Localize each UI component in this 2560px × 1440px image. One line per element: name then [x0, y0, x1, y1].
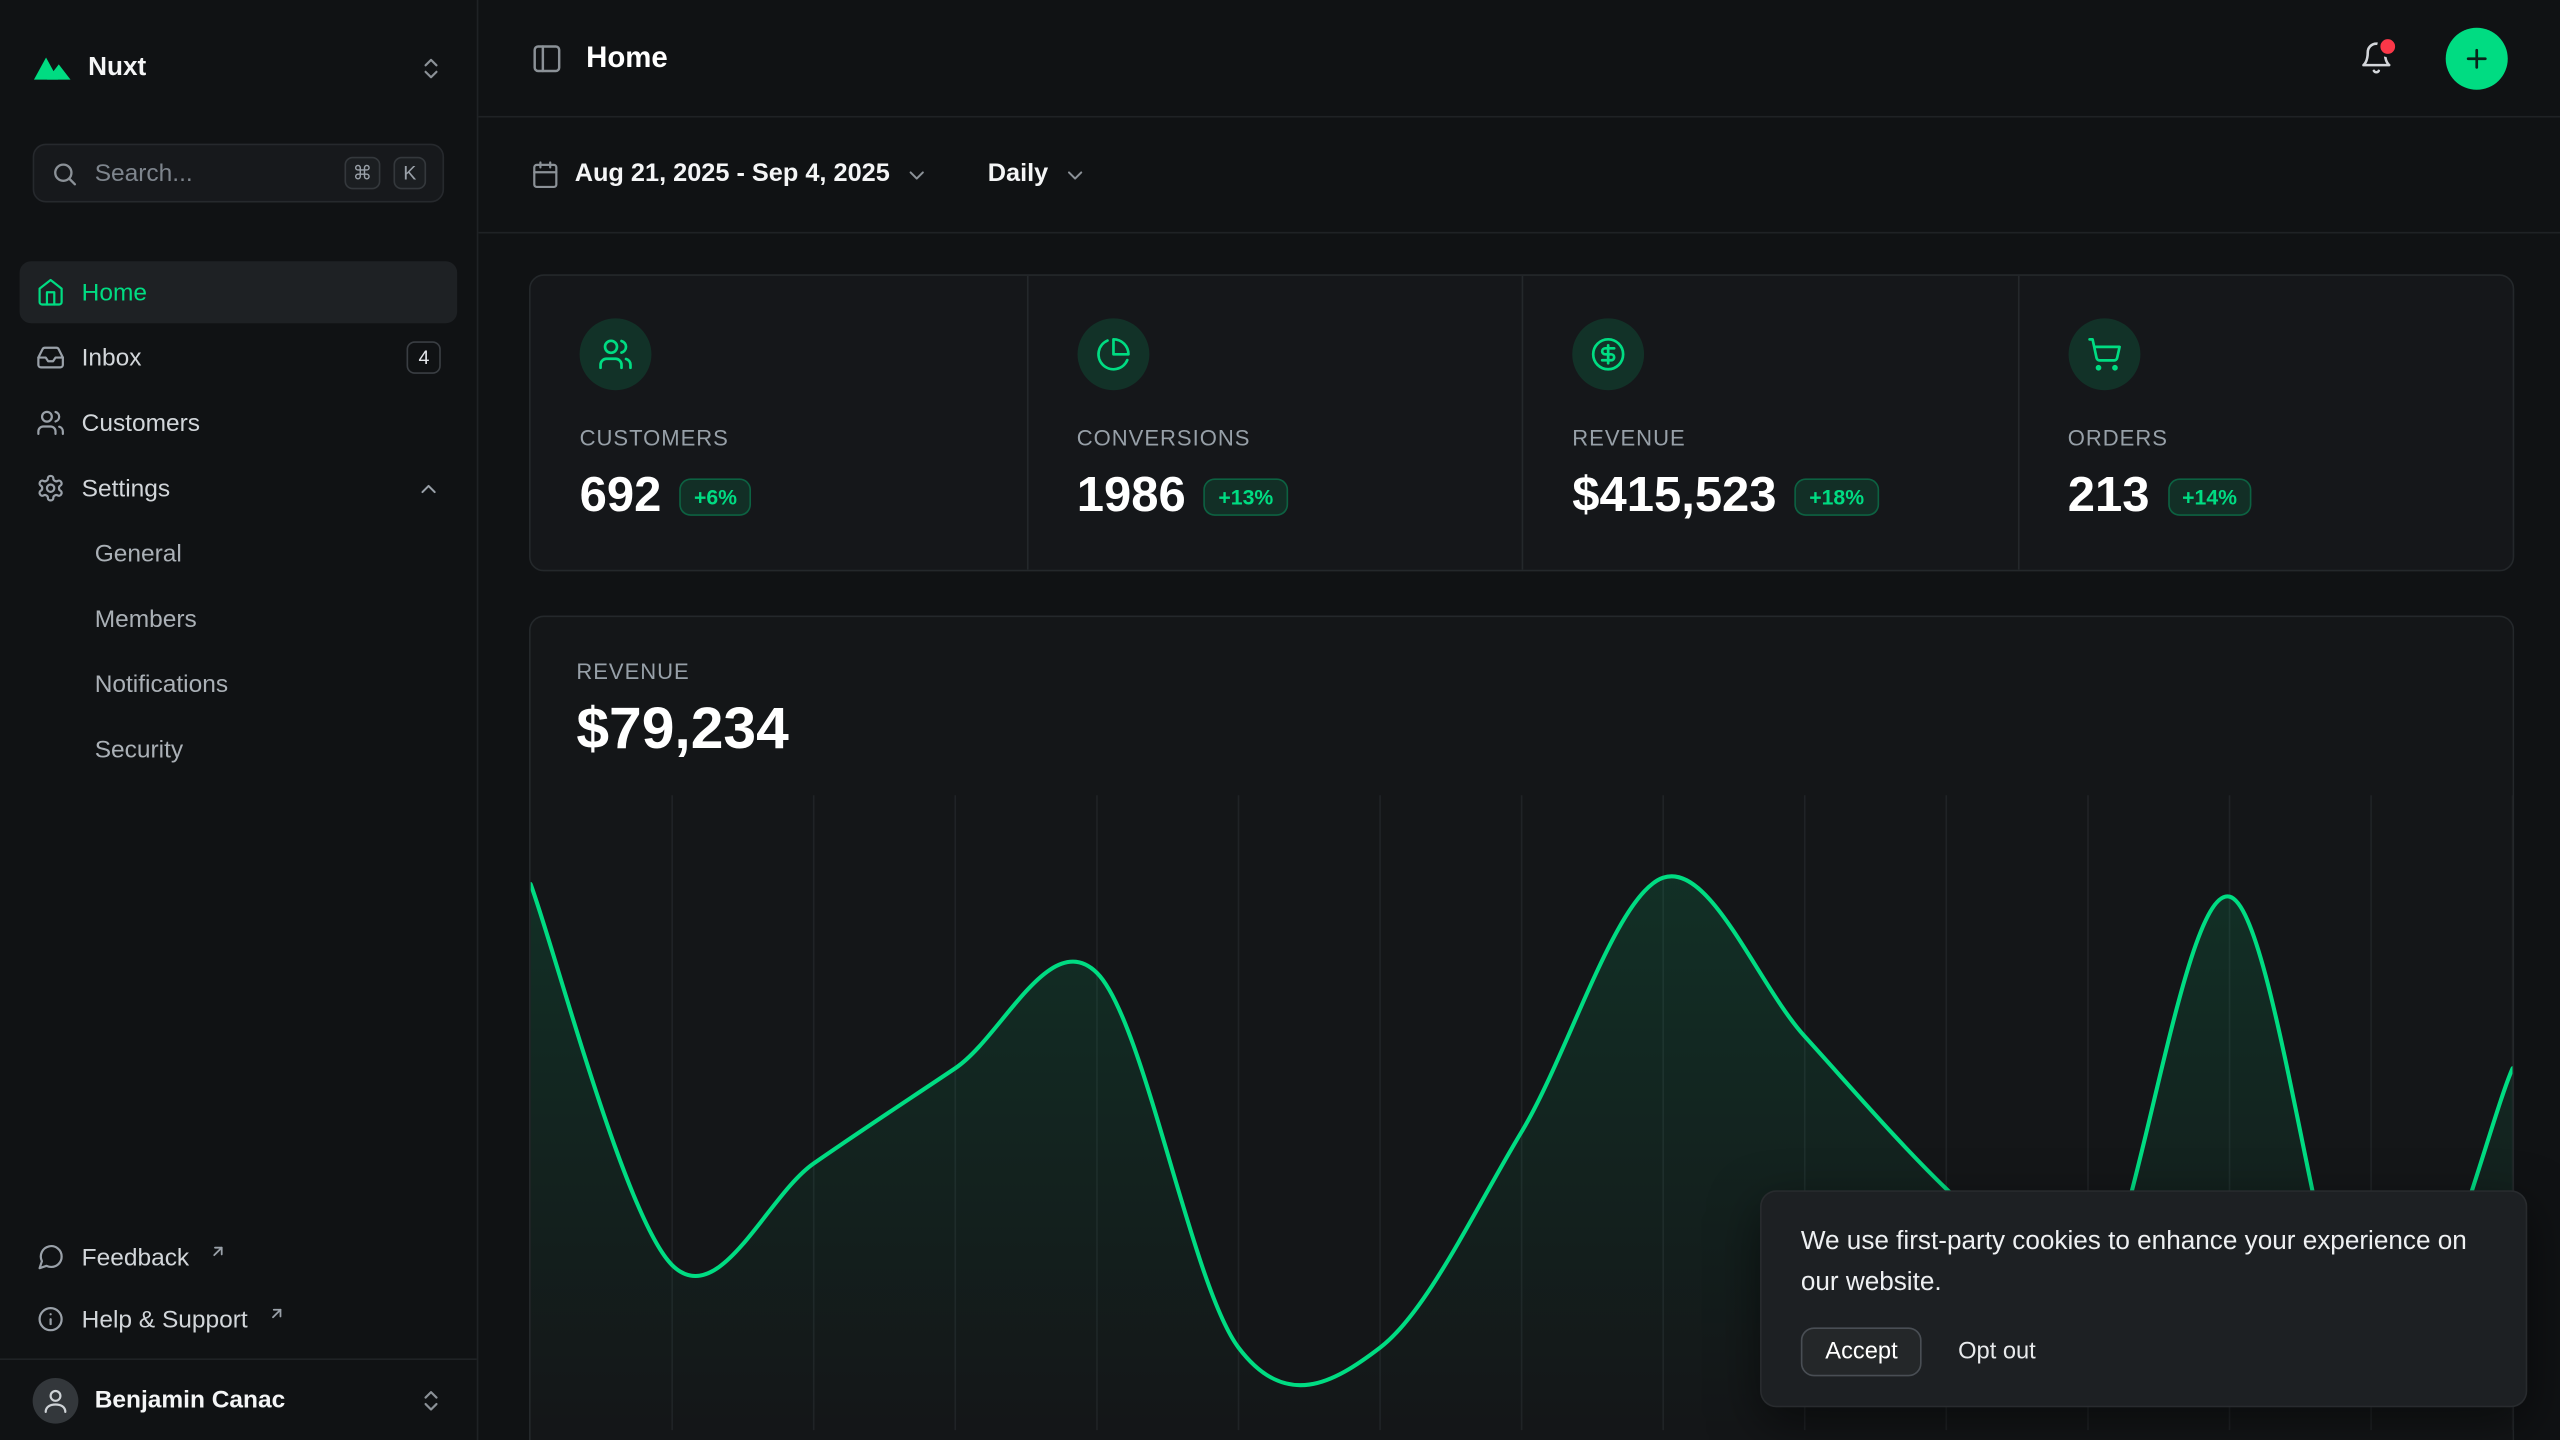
stat-value: 213: [2068, 469, 2150, 525]
stat-card-customers: CUSTOMERS 692 +6%: [531, 276, 1027, 570]
users-icon: [36, 408, 65, 437]
sidebar-item-label: Customers: [82, 409, 441, 437]
stat-delta-badge: +18%: [1795, 478, 1879, 516]
content: CUSTOMERS 692 +6% CONVERSIONS 1986 +13%: [478, 233, 2560, 1440]
cookie-opt-out-button[interactable]: Opt out: [1945, 1329, 2049, 1375]
stat-label: CONVERSIONS: [1077, 426, 1473, 450]
sidebar-item-customers[interactable]: Customers: [20, 392, 458, 454]
sidebar-item-home[interactable]: Home: [20, 261, 458, 323]
sidebar-item-settings[interactable]: Settings: [20, 457, 458, 519]
stats-row: CUSTOMERS 692 +6% CONVERSIONS 1986 +13%: [529, 274, 2514, 571]
dollar-circle-icon: [1572, 318, 1644, 390]
info-icon: [36, 1304, 65, 1333]
stat-label: CUSTOMERS: [580, 426, 978, 450]
sidebar-item-members[interactable]: Members: [20, 588, 458, 650]
revenue-card-value: $79,234: [576, 694, 2467, 763]
sidebar-nav: Home Inbox 4 Customers Settings General …: [20, 261, 458, 780]
screen: Nuxt ⌘ K Home Inbox 4 Customers: [0, 0, 2560, 1440]
notification-dot: [2377, 36, 2398, 57]
help-support-link[interactable]: Help & Support: [20, 1290, 458, 1349]
stat-value: 692: [580, 469, 662, 525]
avatar: [33, 1377, 79, 1423]
cookie-accept-button[interactable]: Accept: [1801, 1327, 1922, 1376]
stat-value: $415,523: [1572, 469, 1776, 525]
feedback-link[interactable]: Feedback: [20, 1228, 458, 1287]
date-range-label: Aug 21, 2025 - Sep 4, 2025: [575, 160, 890, 189]
sidebar-item-label: Inbox: [82, 344, 391, 372]
users-icon: [580, 318, 652, 390]
cookie-message: We use first-party cookies to enhance yo…: [1801, 1224, 2487, 1305]
home-icon: [36, 278, 65, 307]
chevron-down-icon: [904, 162, 928, 186]
chevron-down-icon: [1063, 162, 1087, 186]
nuxt-logo-icon: [33, 54, 72, 83]
kbd-k: K: [393, 157, 426, 190]
plus-icon: [2462, 43, 2491, 72]
chevrons-up-down-icon: [418, 56, 444, 82]
user-name: Benjamin Canac: [95, 1386, 402, 1414]
cookie-banner: We use first-party cookies to enhance yo…: [1760, 1191, 2527, 1407]
chevrons-up-down-icon: [418, 1387, 444, 1413]
sidebar-spacer: [0, 780, 477, 1227]
stat-card-orders: ORDERS 213 +14%: [2017, 276, 2513, 570]
sidebar-child-label: Notifications: [95, 670, 228, 698]
stat-card-revenue: REVENUE $415,523 +18%: [1522, 276, 2018, 570]
stat-delta-badge: +14%: [2167, 478, 2251, 516]
search-icon: [51, 159, 79, 187]
sidebar-item-general[interactable]: General: [20, 522, 458, 584]
sidebar-child-label: General: [95, 540, 182, 568]
help-support-label: Help & Support: [82, 1305, 248, 1333]
granularity-select[interactable]: Daily: [988, 160, 1088, 189]
person-icon: [41, 1385, 70, 1414]
stat-card-conversions: CONVERSIONS 1986 +13%: [1026, 276, 1522, 570]
gear-icon: [36, 473, 65, 502]
sidebar-item-notifications[interactable]: Notifications: [20, 653, 458, 715]
stat-value: 1986: [1077, 469, 1186, 525]
stat-delta-badge: +6%: [679, 478, 751, 516]
sidebar-footer: Feedback Help & Support: [20, 1228, 458, 1349]
inbox-icon: [36, 343, 65, 372]
search-box[interactable]: ⌘ K: [33, 144, 444, 203]
sidebar-item-inbox[interactable]: Inbox 4: [20, 327, 458, 389]
workspace-selector[interactable]: Nuxt: [33, 39, 444, 98]
inbox-count-badge: 4: [407, 341, 441, 374]
notifications-button[interactable]: [2349, 31, 2403, 85]
external-link-icon: [209, 1242, 227, 1260]
add-button[interactable]: [2446, 27, 2508, 89]
sidebar-item-security[interactable]: Security: [20, 718, 458, 780]
page-title: Home: [586, 41, 2326, 75]
panel-left-icon[interactable]: [531, 42, 564, 75]
sidebar-child-label: Members: [95, 605, 197, 633]
external-link-icon: [267, 1304, 285, 1322]
search-input[interactable]: [91, 158, 331, 189]
app-window: Nuxt ⌘ K Home Inbox 4 Customers: [0, 0, 2560, 1440]
header: Home: [478, 0, 2560, 118]
workspace-name: Nuxt: [88, 54, 401, 83]
sidebar-item-label: Settings: [82, 474, 400, 502]
chat-icon: [36, 1242, 65, 1271]
filters-toolbar: Aug 21, 2025 - Sep 4, 2025 Daily: [478, 118, 2560, 234]
granularity-label: Daily: [988, 160, 1049, 189]
sidebar-item-label: Home: [82, 278, 441, 306]
calendar-icon: [531, 160, 560, 189]
feedback-label: Feedback: [82, 1243, 190, 1271]
stat-label: REVENUE: [1572, 426, 1968, 450]
stat-delta-badge: +13%: [1204, 478, 1288, 516]
chevron-up-icon: [416, 476, 440, 500]
cart-icon: [2068, 318, 2140, 390]
sidebar: Nuxt ⌘ K Home Inbox 4 Customers: [0, 0, 478, 1440]
kbd-cmd: ⌘: [344, 157, 380, 190]
date-range-picker[interactable]: Aug 21, 2025 - Sep 4, 2025: [531, 160, 929, 189]
user-menu[interactable]: Benjamin Canac: [0, 1358, 477, 1440]
stat-label: ORDERS: [2068, 426, 2464, 450]
sidebar-child-label: Security: [95, 736, 183, 764]
revenue-card-label: REVENUE: [576, 660, 2467, 684]
pie-chart-icon: [1077, 318, 1149, 390]
main-area: Home Aug 21, 2025 - Sep 4, 2025 Daily: [478, 0, 2560, 1440]
